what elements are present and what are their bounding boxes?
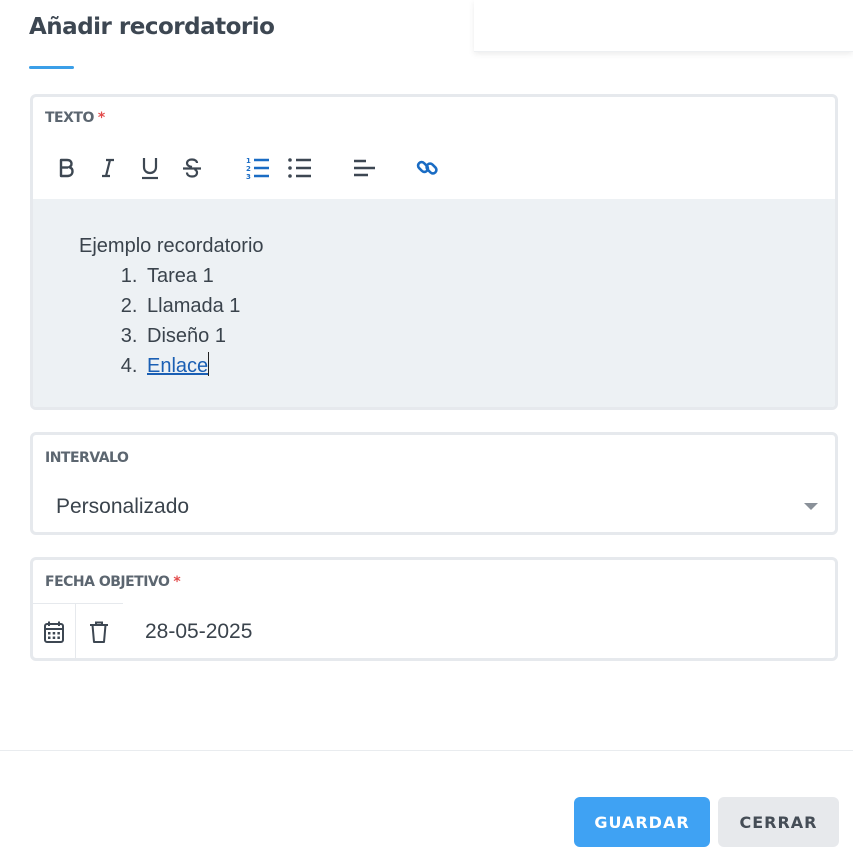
title-underline bbox=[29, 66, 74, 69]
svg-text:3: 3 bbox=[246, 173, 251, 180]
align-left-icon bbox=[354, 159, 375, 177]
ordered-list-button[interactable]: 1 2 3 bbox=[243, 153, 273, 183]
underline-button[interactable] bbox=[135, 153, 165, 183]
list-item: Tarea 1 bbox=[143, 261, 835, 291]
svg-text:1: 1 bbox=[246, 157, 251, 165]
link-button[interactable] bbox=[413, 153, 443, 183]
intervalo-select-value[interactable]: Personalizado bbox=[56, 495, 189, 519]
underline-icon bbox=[142, 158, 158, 180]
trash-icon bbox=[90, 621, 108, 643]
required-mark: * bbox=[173, 574, 181, 590]
italic-icon bbox=[102, 158, 114, 178]
list-item: Llamada 1 bbox=[143, 291, 835, 321]
text-editor[interactable]: Ejemplo recordatorio Tarea 1 Llamada 1 D… bbox=[33, 199, 835, 407]
strikethrough-button[interactable] bbox=[177, 153, 207, 183]
fecha-objetivo-field: FECHA OBJETIVO * 28-05-2025 bbox=[30, 557, 838, 661]
clear-date-button[interactable] bbox=[77, 604, 121, 660]
link-icon bbox=[416, 160, 438, 175]
bullet-list-button[interactable] bbox=[285, 153, 315, 183]
calendar-icon bbox=[44, 621, 64, 643]
fecha-label: FECHA OBJETIVO * bbox=[45, 574, 181, 590]
fecha-label-text: FECHA OBJETIVO bbox=[45, 574, 170, 590]
required-mark: * bbox=[97, 110, 105, 126]
bullet-list-icon bbox=[288, 158, 311, 178]
bold-icon bbox=[59, 158, 74, 178]
chevron-down-icon[interactable] bbox=[804, 503, 818, 510]
close-button[interactable]: CERRAR bbox=[718, 797, 839, 847]
strikethrough-icon bbox=[183, 158, 201, 178]
italic-button[interactable] bbox=[93, 153, 123, 183]
footer-divider bbox=[0, 750, 853, 751]
intervalo-label: INTERVALO bbox=[45, 450, 129, 466]
texto-field: TEXTO * 1 2 3 Ejemplo recordatorio 1. Ta… bbox=[30, 94, 838, 410]
text-caret bbox=[208, 352, 210, 376]
calendar-button[interactable] bbox=[33, 604, 76, 660]
list-item: Enlace bbox=[143, 351, 835, 381]
editor-intro-text: Ejemplo recordatorio bbox=[79, 235, 264, 257]
top-right-panel bbox=[474, 0, 853, 52]
save-button[interactable]: GUARDAR bbox=[574, 797, 710, 847]
align-left-button[interactable] bbox=[349, 153, 379, 183]
bold-button[interactable] bbox=[51, 153, 81, 183]
texto-label: TEXTO * bbox=[45, 110, 105, 126]
texto-label-text: TEXTO bbox=[45, 110, 94, 126]
fecha-objetivo-input[interactable]: 28-05-2025 bbox=[145, 620, 252, 644]
date-tools bbox=[33, 603, 123, 660]
editor-link[interactable]: Enlace bbox=[147, 355, 208, 377]
intervalo-field[interactable]: INTERVALO Personalizado bbox=[30, 432, 838, 535]
dialog-title: Añadir recordatorio bbox=[29, 14, 275, 40]
ordered-list-icon: 1 2 3 bbox=[246, 157, 269, 180]
editor-ordered-list: Tarea 1 Llamada 1 Diseño 1 Enlace bbox=[143, 261, 835, 381]
svg-text:2: 2 bbox=[246, 165, 251, 173]
list-item: Diseño 1 bbox=[143, 321, 835, 351]
